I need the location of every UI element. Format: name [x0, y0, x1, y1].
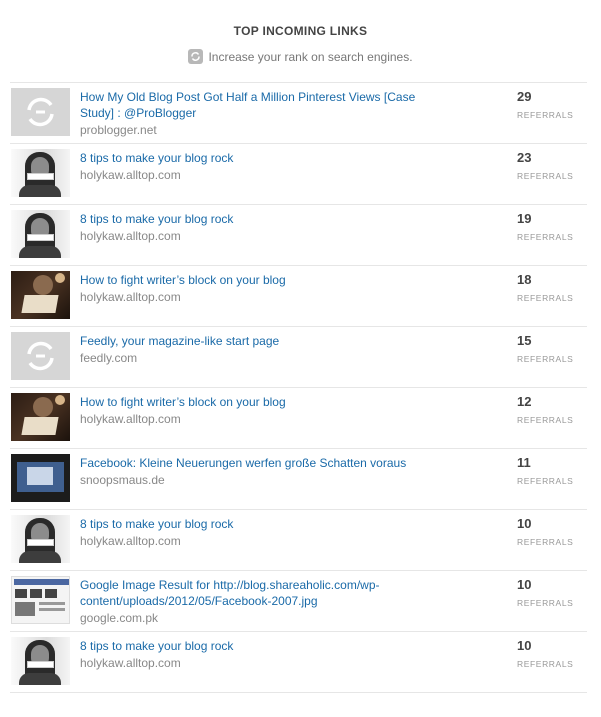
referral-count: 12: [517, 394, 532, 409]
link-title[interactable]: How to fight writer’s block on your blog: [80, 394, 450, 410]
link-thumbnail[interactable]: [11, 210, 70, 258]
link-domain: holykaw.alltop.com: [80, 656, 181, 670]
link-domain: google.com.pk: [80, 611, 159, 625]
referral-label: REFERRALS: [517, 537, 574, 547]
refresh-icon: [188, 49, 204, 64]
referral-stats: 18 REFERRALS: [517, 271, 587, 321]
link-row: Facebook: Kleine Neuerungen werfen große…: [10, 449, 587, 510]
link-thumbnail[interactable]: [11, 393, 70, 441]
referral-label: REFERRALS: [517, 232, 574, 242]
link-domain: holykaw.alltop.com: [80, 229, 181, 243]
link-title[interactable]: Feedly, your magazine-like start page: [80, 333, 450, 349]
link-domain: feedly.com: [80, 351, 138, 365]
referral-stats: 10 REFERRALS: [517, 515, 587, 565]
link-domain: holykaw.alltop.com: [80, 290, 181, 304]
section-subtitle: Increase your rank on search engines.: [0, 49, 601, 64]
referral-stats: 10 REFERRALS: [517, 576, 587, 626]
link-thumbnail[interactable]: [11, 637, 70, 685]
referral-count: 15: [517, 333, 532, 348]
link-row: How to fight writer’s block on your blog…: [10, 266, 587, 327]
referral-label: REFERRALS: [517, 415, 574, 425]
link-thumbnail[interactable]: [11, 576, 70, 624]
link-body: How to fight writer’s block on your blog…: [70, 271, 517, 321]
link-body: 8 tips to make your blog rock holykaw.all…: [70, 149, 517, 199]
referral-label: REFERRALS: [517, 354, 574, 364]
link-title[interactable]: Google Image Result for http://blog.shar…: [80, 577, 450, 609]
subtitle-text: Increase your rank on search engines.: [208, 49, 413, 64]
link-title[interactable]: How to fight writer’s block on your blog: [80, 272, 450, 288]
link-thumbnail[interactable]: [11, 149, 70, 197]
referral-stats: 11 REFERRALS: [517, 454, 587, 504]
referral-stats: 10 REFERRALS: [517, 637, 587, 687]
link-domain: holykaw.alltop.com: [80, 168, 181, 182]
link-domain: holykaw.alltop.com: [80, 534, 181, 548]
referral-count: 10: [517, 516, 532, 531]
referral-stats: 15 REFERRALS: [517, 332, 587, 382]
incoming-links-list: How My Old Blog Post Got Half a Million …: [10, 82, 587, 693]
referral-label: REFERRALS: [517, 598, 574, 608]
link-row: 8 tips to make your blog rock holykaw.all…: [10, 144, 587, 205]
header: TOP INCOMING LINKS Increase your rank on…: [0, 0, 601, 64]
referral-label: REFERRALS: [517, 110, 574, 120]
link-title[interactable]: Facebook: Kleine Neuerungen werfen große…: [80, 455, 450, 471]
link-row: 8 tips to make your blog rock holykaw.all…: [10, 632, 587, 693]
link-body: How to fight writer’s block on your blog…: [70, 393, 517, 443]
link-body: Feedly, your magazine-like start page fee…: [70, 332, 517, 382]
referral-label: REFERRALS: [517, 293, 574, 303]
link-row: Feedly, your magazine-like start page fee…: [10, 327, 587, 388]
referral-stats: 19 REFERRALS: [517, 210, 587, 260]
link-row: How to fight writer’s block on your blog…: [10, 388, 587, 449]
link-domain: holykaw.alltop.com: [80, 412, 181, 426]
referral-count: 11: [517, 455, 531, 470]
link-thumbnail[interactable]: [11, 271, 70, 319]
link-row: How My Old Blog Post Got Half a Million …: [10, 82, 587, 144]
link-domain: snoopsmaus.de: [80, 473, 165, 487]
link-body: Facebook: Kleine Neuerungen werfen große…: [70, 454, 517, 504]
referral-count: 19: [517, 211, 532, 226]
referral-count: 18: [517, 272, 532, 287]
link-domain: problogger.net: [80, 123, 157, 137]
referral-label: REFERRALS: [517, 659, 574, 669]
link-thumbnail[interactable]: [11, 88, 70, 136]
link-body: How My Old Blog Post Got Half a Million …: [70, 88, 517, 138]
link-thumbnail[interactable]: [11, 515, 70, 563]
referral-stats: 29 REFERRALS: [517, 88, 587, 138]
link-body: 8 tips to make your blog rock holykaw.all…: [70, 637, 517, 687]
link-title[interactable]: 8 tips to make your blog rock: [80, 516, 450, 532]
link-title[interactable]: 8 tips to make your blog rock: [80, 211, 450, 227]
link-thumbnail[interactable]: [11, 454, 70, 502]
link-thumbnail[interactable]: [11, 332, 70, 380]
link-title[interactable]: How My Old Blog Post Got Half a Million …: [80, 89, 450, 121]
referral-stats: 23 REFERRALS: [517, 149, 587, 199]
link-title[interactable]: 8 tips to make your blog rock: [80, 150, 450, 166]
referral-count: 29: [517, 89, 532, 104]
referral-stats: 12 REFERRALS: [517, 393, 587, 443]
section-title: TOP INCOMING LINKS: [233, 24, 368, 38]
referral-label: REFERRALS: [517, 171, 574, 181]
link-body: 8 tips to make your blog rock holykaw.all…: [70, 210, 517, 260]
link-body: Google Image Result for http://blog.shar…: [70, 576, 517, 626]
referral-count: 23: [517, 150, 532, 165]
link-title[interactable]: 8 tips to make your blog rock: [80, 638, 450, 654]
link-body: 8 tips to make your blog rock holykaw.all…: [70, 515, 517, 565]
link-row: 8 tips to make your blog rock holykaw.all…: [10, 510, 587, 571]
link-row: 8 tips to make your blog rock holykaw.all…: [10, 205, 587, 266]
referral-count: 10: [517, 638, 532, 653]
referral-count: 10: [517, 577, 532, 592]
link-row: Google Image Result for http://blog.shar…: [10, 571, 587, 632]
referral-label: REFERRALS: [517, 476, 574, 486]
